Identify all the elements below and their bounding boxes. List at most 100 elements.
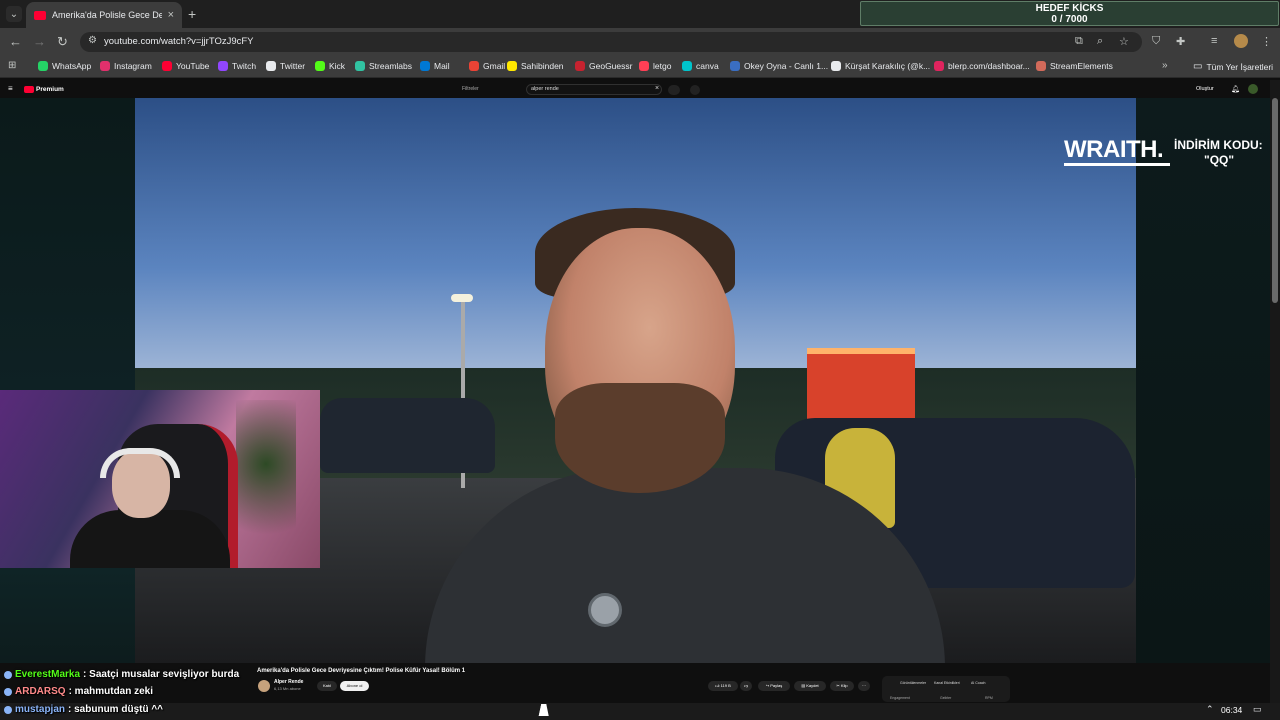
more-bookmarks-icon[interactable]: »	[1162, 60, 1168, 71]
search-icon[interactable]	[668, 85, 680, 95]
all-bookmarks-button[interactable]: ▭ Tüm Yer İşaretleri	[1193, 61, 1273, 72]
streamer-shirt	[70, 510, 230, 568]
bookmark-k-r-at-karak-l-k[interactable]: Kürşat Karakılıç (@k...	[831, 61, 930, 71]
join-button[interactable]: Katıl	[317, 681, 337, 691]
media-controls-icon[interactable]: ≡	[1211, 35, 1217, 47]
tab-title: Amerika'da Polisle Gece Devriye	[52, 10, 162, 20]
goal-progress: 0 / 7000	[1051, 14, 1088, 25]
zoom-icon[interactable]: ⌕	[1097, 35, 1103, 48]
bookmark-mail[interactable]: Mail	[420, 61, 450, 71]
forward-icon[interactable]: →	[33, 34, 46, 49]
tab-search-chevron-icon[interactable]: ⌄	[6, 6, 22, 22]
site-info-icon[interactable]: ⚙	[88, 35, 97, 46]
chat-badge-icon	[4, 705, 12, 714]
sponsor-discount-code: "QQ"	[1204, 153, 1235, 167]
bookmark-star-icon[interactable]: ☆	[1119, 35, 1129, 48]
bookmark-favicon-icon	[507, 61, 517, 71]
bookmark-label: Twitch	[232, 61, 257, 71]
bookmark-favicon-icon	[682, 61, 692, 71]
bookmark-blerp-com-dashboar[interactable]: blerp.com/dashboar...	[934, 61, 1030, 71]
bookmark-favicon-icon	[100, 61, 110, 71]
youtube-premium-label[interactable]: Premium	[36, 86, 64, 93]
save-button[interactable]: ▤ Kaydet	[794, 681, 826, 691]
youtube-logo-icon[interactable]	[24, 86, 34, 93]
bookmark-label: Twitter	[280, 61, 306, 71]
chip-ai-coach[interactable]: AI Coach	[971, 681, 985, 685]
chip-revenue[interactable]: Gelirler	[940, 696, 951, 700]
create-button[interactable]: Oluştur	[1196, 86, 1214, 92]
red-kiosk	[807, 348, 915, 426]
bookmark-okey-oyna-canl-1[interactable]: Okey Oyna - Canlı 1...	[730, 61, 828, 71]
chip-channel-activity[interactable]: Kanal Etkinlikleri	[934, 681, 960, 685]
install-app-icon[interactable]: ⧉	[1075, 35, 1083, 48]
clear-search-icon[interactable]: ×	[655, 85, 659, 92]
notification-center-icon[interactable]: ▭	[1253, 704, 1262, 715]
new-tab-icon[interactable]: +	[188, 6, 196, 22]
back-icon[interactable]: ←	[9, 34, 22, 49]
bookmark-gmail[interactable]: Gmail	[469, 61, 505, 71]
microphone-icon[interactable]	[690, 85, 700, 95]
more-menu-icon[interactable]: ⋮	[1261, 35, 1272, 48]
bookmark-favicon-icon	[1036, 61, 1046, 71]
share-button[interactable]: ↪ Paylaş	[758, 681, 790, 691]
chat-username: mustapjan	[15, 704, 66, 715]
clip-button[interactable]: ✂ Klip	[830, 681, 854, 691]
share-icon: ↪	[765, 683, 770, 688]
close-tab-icon[interactable]: ×	[168, 9, 174, 21]
bookmark-twitch[interactable]: Twitch	[218, 61, 256, 71]
bookmark-favicon-icon	[38, 61, 48, 71]
tray-expand-icon[interactable]: ⌃	[1206, 704, 1214, 715]
clip-icon: ✂	[836, 683, 840, 688]
chip-engagement[interactable]: Engagement	[890, 696, 910, 700]
account-avatar[interactable]	[1248, 84, 1258, 94]
bookmark-label: canva	[696, 61, 719, 71]
bookmark-favicon-icon	[575, 61, 585, 71]
bookmark-streamlabs[interactable]: Streamlabs	[355, 61, 412, 71]
more-actions-icon[interactable]: ⋯	[858, 681, 870, 691]
taskbar-clock[interactable]: 06:34	[1221, 705, 1242, 715]
bookmark-sahibinden[interactable]: Sahibinden	[507, 61, 564, 71]
like-button[interactable]: 👍︎ 119 B	[708, 681, 738, 691]
bookmark-kick[interactable]: Kick	[315, 61, 345, 71]
hamburger-menu-icon[interactable]: ≡	[8, 84, 13, 93]
sponsor-discount-label: İNDİRİM KODU:	[1174, 138, 1263, 152]
scrollbar-thumb[interactable]	[1272, 98, 1278, 303]
bookmark-whatsapp[interactable]: WhatsApp	[38, 61, 91, 71]
chat-message: EverestMarka : Saatçi musalar sevişliyor…	[4, 669, 239, 680]
channel-avatar[interactable]	[258, 680, 270, 692]
street-lamp	[451, 294, 473, 302]
chip-rpm[interactable]: RPM	[985, 696, 993, 700]
bookmark-youtube[interactable]: YouTube	[162, 61, 209, 71]
save-icon: ▤	[801, 683, 806, 688]
chip-views[interactable]: Görüntülenmeler	[900, 681, 926, 685]
dislike-button[interactable]: 👎︎	[740, 681, 752, 691]
bookmark-label: Gmail	[483, 61, 506, 71]
bookmark-favicon-icon	[315, 61, 325, 71]
reload-icon[interactable]: ↻	[57, 34, 68, 50]
like-count: 119 B	[720, 683, 731, 688]
browser-tab-active[interactable]: Amerika'da Polisle Gece Devriye ×	[26, 2, 182, 28]
bookmark-instagram[interactable]: Instagram	[100, 61, 152, 71]
bookmark-twitter[interactable]: Twitter	[266, 61, 305, 71]
bookmark-canva[interactable]: canva	[682, 61, 719, 71]
bookmark-label: YouTube	[176, 61, 210, 71]
profile-avatar[interactable]	[1234, 34, 1248, 48]
channel-name[interactable]: Alper Rende	[274, 679, 303, 685]
bookmark-geoguessr[interactable]: GeoGuessr	[575, 61, 632, 71]
bookmark-label: Okey Oyna - Canlı 1...	[744, 61, 829, 71]
chat-text: : mahmutdan zeki	[68, 686, 154, 697]
youtube-video-player[interactable]	[135, 98, 1136, 663]
bookmark-letgo[interactable]: letgo	[639, 61, 671, 71]
apps-grid-icon[interactable]: ⊞	[8, 60, 16, 71]
bookmark-streamelements[interactable]: StreamElements	[1036, 61, 1113, 71]
bookmark-label: Kürşat Karakılıç (@k...	[845, 61, 931, 71]
shield-icon[interactable]: ⛉	[1152, 35, 1160, 48]
filter-button[interactable]: Filtreler	[462, 86, 479, 92]
extensions-icon[interactable]: ✚	[1176, 35, 1185, 48]
subscribe-button[interactable]: Abone ol	[340, 681, 369, 691]
bookmark-label: letgo	[653, 61, 672, 71]
url-text[interactable]: youtube.com/watch?v=jjrTOzJ9cFY	[104, 36, 254, 47]
save-label: Kaydet	[806, 683, 819, 688]
chat-message: ARDARSQ : mahmutdan zeki	[4, 686, 153, 697]
notifications-icon[interactable]: 🔔︎	[1231, 85, 1240, 93]
